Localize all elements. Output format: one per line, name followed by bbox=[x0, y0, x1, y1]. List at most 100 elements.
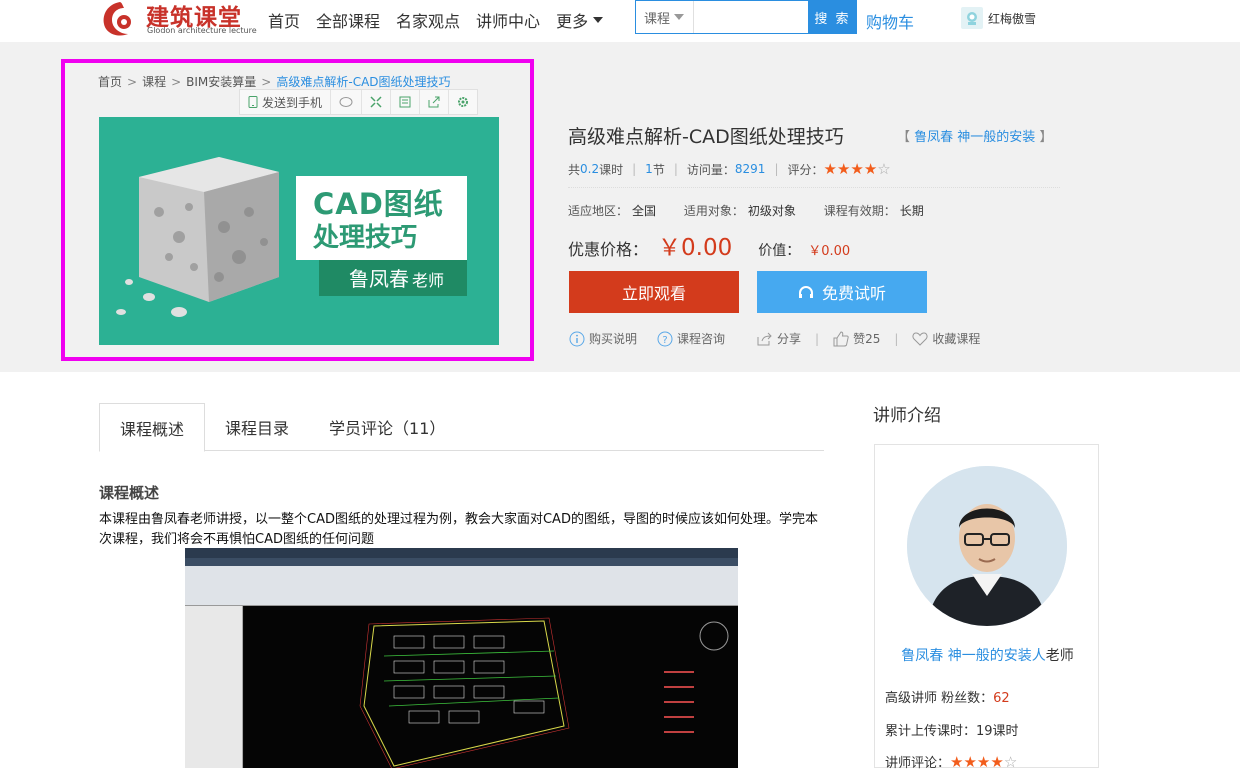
send-to-phone-label: 发送到手机 bbox=[262, 95, 323, 110]
toolbar-button-note[interactable] bbox=[391, 90, 421, 114]
cad-titlebar bbox=[185, 548, 738, 558]
audience-value: 初级对象 bbox=[747, 204, 796, 218]
cad-ribbon-tabs bbox=[185, 558, 738, 566]
course-actions: 购买说明 ? 课程咨询 分享 | 赞25 | 收藏课程 bbox=[569, 330, 1000, 347]
nav-lecturer-center[interactable]: 讲师中心 bbox=[476, 8, 540, 32]
course-title: 高级难点解析-CAD图纸处理技巧 bbox=[568, 126, 844, 148]
site-logo[interactable]: 建筑课堂 Glodon architecture lecture bbox=[100, 0, 260, 40]
nav-expert-views[interactable]: 名家观点 bbox=[396, 8, 460, 32]
cart-link[interactable]: 购物车 bbox=[866, 9, 914, 33]
lecturer-fans-row: 高级讲师 粉丝数：62 bbox=[885, 687, 1010, 706]
breadcrumb-separator: > bbox=[171, 75, 182, 89]
course-teacher-tag[interactable]: 【 鲁凤春 神一般的安装 】 bbox=[897, 126, 1052, 145]
lecturer-upload-row: 累计上传课时：19课时 bbox=[885, 720, 1019, 739]
send-to-phone-button[interactable]: 发送到手机 bbox=[240, 90, 332, 114]
course-hero: 首页 > 课程 > BIM安装算量 > 高级难点解析-CAD图纸处理技巧 发送到手机 CAD… bbox=[0, 42, 1240, 372]
divider bbox=[568, 187, 1060, 188]
expand-icon bbox=[370, 96, 382, 108]
lecturer-card: 鲁凤春 神一般的安装人老师 高级讲师 粉丝数：62 累计上传课时：19课时 讲师… bbox=[874, 444, 1100, 771]
share-label: 分享 bbox=[777, 332, 802, 346]
visits-label: 访问量： bbox=[686, 162, 735, 177]
value-label: 价值： bbox=[758, 243, 801, 259]
favorite-button[interactable]: 收藏课程 bbox=[912, 330, 980, 347]
region-value: 全国 bbox=[632, 204, 657, 218]
lecturer-review-stars: ★★★★ bbox=[950, 753, 1004, 771]
question-icon: ? bbox=[657, 331, 673, 347]
cad-side-panel bbox=[185, 606, 243, 768]
tab-catalog[interactable]: 课程目录 bbox=[205, 403, 309, 451]
stat-divider: | bbox=[673, 162, 678, 176]
search-category-label: 课程 bbox=[644, 11, 671, 27]
like-button[interactable]: 赞25 bbox=[833, 330, 880, 347]
cad-screenshot-image bbox=[185, 548, 738, 768]
overview-heading: 课程概述 bbox=[99, 484, 160, 502]
course-tabs: 课程概述 课程目录 学员评论（11） bbox=[99, 403, 824, 452]
hours-prefix: 共 bbox=[568, 162, 581, 177]
user-menu[interactable]: 红梅傲雪 bbox=[961, 7, 1036, 29]
rating-empty-star: ☆ bbox=[877, 160, 891, 178]
lecturer-name-text: 鲁凤春 神一般的安装人 bbox=[901, 648, 1046, 664]
lecturer-photo bbox=[907, 466, 1067, 626]
wechat-icon bbox=[339, 97, 353, 107]
sections-value: 1 bbox=[645, 162, 653, 176]
region-label: 适应地区： bbox=[568, 204, 629, 218]
headphones-icon bbox=[798, 285, 814, 299]
toolbar-button-wechat[interactable] bbox=[331, 90, 363, 114]
breadcrumb-home[interactable]: 首页 bbox=[98, 75, 122, 89]
favorite-label: 收藏课程 bbox=[932, 332, 981, 346]
like-label: 赞25 bbox=[853, 332, 881, 346]
breadcrumb-courses[interactable]: 课程 bbox=[142, 75, 166, 89]
overview-text: 本课程由鲁凤春老师讲授，以一整个CAD图纸的处理过程为例，教会大家面对CAD的图… bbox=[99, 512, 818, 547]
breadcrumb-separator: > bbox=[261, 75, 272, 89]
toolbar-button-share[interactable] bbox=[420, 90, 450, 114]
rating-label: 评分： bbox=[787, 162, 824, 177]
lecturer-level-label: 高级讲师 粉丝数： bbox=[885, 691, 994, 706]
search-button[interactable]: 搜 索 bbox=[808, 0, 857, 34]
lecturer-name[interactable]: 鲁凤春 神一般的安装人老师 bbox=[875, 645, 1100, 665]
validity-value: 长期 bbox=[899, 204, 924, 218]
stat-divider: | bbox=[632, 162, 637, 176]
consult-link[interactable]: ? 课程咨询 bbox=[657, 330, 725, 347]
nav-more[interactable]: 更多 bbox=[556, 8, 604, 32]
sidebar-title: 讲师介绍 bbox=[873, 406, 941, 426]
breadcrumb: 首页 > 课程 > BIM安装算量 > 高级难点解析-CAD图纸处理技巧 bbox=[98, 73, 451, 90]
course-teacher-name: 鲁凤春 神一般的安装 bbox=[914, 130, 1036, 145]
breadcrumb-current[interactable]: 高级难点解析-CAD图纸处理技巧 bbox=[276, 75, 450, 89]
price-label: 优惠价格： bbox=[568, 240, 649, 259]
stat-divider: | bbox=[774, 162, 779, 176]
hours-suffix: 课时 bbox=[599, 162, 624, 177]
watch-now-button[interactable]: 立即观看 bbox=[569, 271, 739, 313]
breadcrumb-category[interactable]: BIM安装算量 bbox=[186, 75, 256, 89]
nav-home[interactable]: 首页 bbox=[268, 8, 300, 32]
heart-icon bbox=[912, 331, 928, 346]
search-input[interactable] bbox=[694, 1, 808, 33]
chevron-down-icon bbox=[593, 17, 604, 23]
action-divider: | bbox=[815, 331, 820, 346]
info-icon bbox=[569, 331, 585, 347]
phone-icon bbox=[248, 96, 258, 108]
course-stats: 共 0.2 课时 | 1节 | 访问量： 8291 | 评分： ★★★★ ☆ bbox=[568, 160, 891, 178]
nav-more-label: 更多 bbox=[556, 12, 589, 31]
buy-info-link[interactable]: 购买说明 bbox=[569, 330, 637, 347]
price-row: 优惠价格： ￥0.00 价值： ￥0.00 bbox=[568, 228, 850, 262]
tab-reviews[interactable]: 学员评论（11） bbox=[309, 403, 465, 451]
breadcrumb-separator: > bbox=[127, 75, 138, 89]
course-cover-image[interactable]: CAD图纸 处理技巧 鲁凤春 老师 bbox=[99, 117, 499, 345]
cover-teacher-suffix: 老师 bbox=[412, 271, 445, 290]
toolbar-button-settings[interactable] bbox=[449, 90, 477, 114]
nav-all-courses[interactable]: 全部课程 bbox=[316, 8, 380, 32]
toolbar-button-fullscreen[interactable] bbox=[362, 90, 392, 114]
thumbs-up-icon bbox=[833, 330, 849, 347]
username: 红梅傲雪 bbox=[988, 11, 1037, 26]
search-category-select[interactable]: 课程 bbox=[636, 1, 694, 33]
lecturer-fans-count: 62 bbox=[993, 691, 1010, 706]
tab-overview[interactable]: 课程概述 bbox=[99, 403, 206, 452]
cover-teacher-name: 鲁凤春 老师 bbox=[349, 263, 444, 292]
visits-value: 8291 bbox=[734, 162, 766, 176]
bracket-open: 【 bbox=[897, 130, 911, 145]
lecturer-avatar[interactable] bbox=[907, 466, 1067, 626]
cover-title-line2: 处理技巧 bbox=[313, 223, 418, 253]
free-trial-button[interactable]: 免费试听 bbox=[757, 271, 927, 313]
cover-teacher-text: 鲁凤春 bbox=[349, 267, 409, 291]
share-link[interactable]: 分享 bbox=[757, 330, 801, 347]
